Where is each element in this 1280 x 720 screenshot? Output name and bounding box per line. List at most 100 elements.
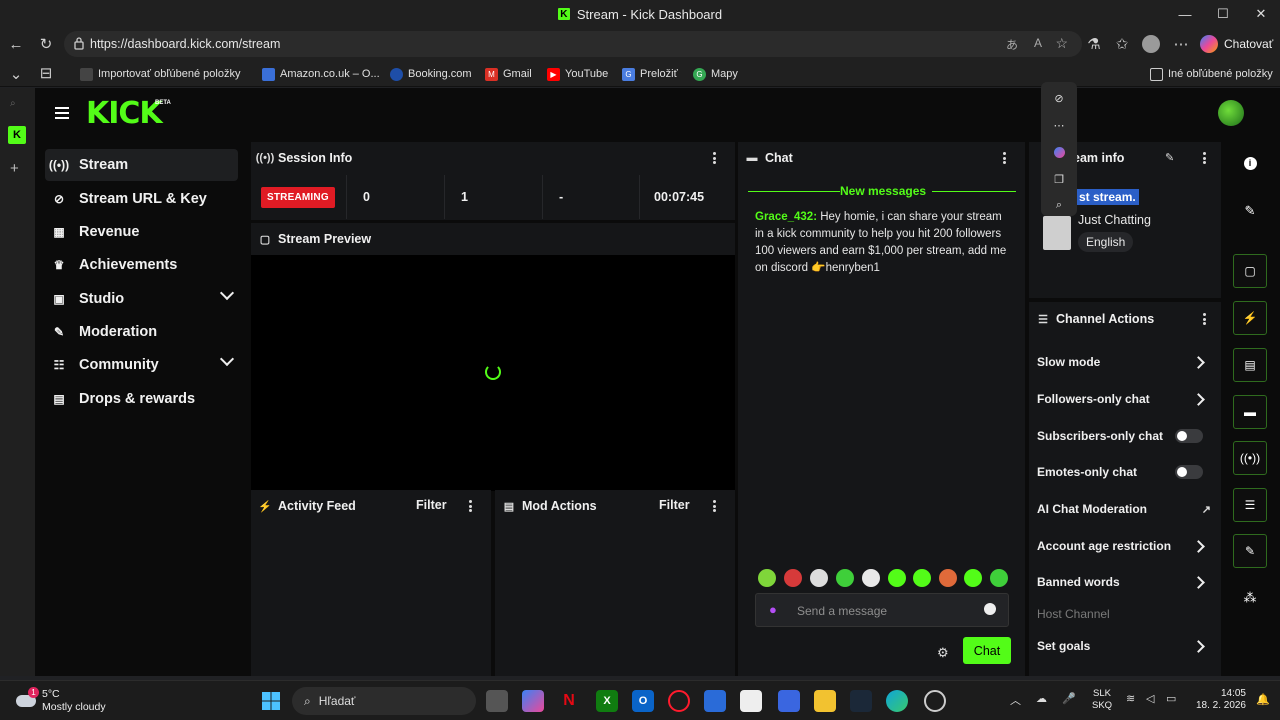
mod-filter-button[interactable]: Filter	[659, 498, 690, 512]
followers-only-row[interactable]: Followers-only chat	[1037, 389, 1221, 409]
emote-icon[interactable]	[862, 569, 880, 587]
banned-words-row[interactable]: Banned words	[1037, 572, 1221, 592]
sidebar-item-community[interactable]: ☷ Community	[45, 349, 238, 381]
edit-icon[interactable]: ✎	[1233, 194, 1267, 228]
outlook-icon[interactable]: O	[632, 690, 654, 712]
emote-icon[interactable]	[964, 569, 982, 587]
favorites-icon[interactable]: ✩	[1110, 32, 1134, 56]
chat-toggle-icon[interactable]: ▬	[1233, 395, 1267, 429]
microphone-icon[interactable]: ●	[769, 602, 777, 617]
bookmark-translate[interactable]: G Preložiť	[622, 65, 678, 83]
tray-chevron-icon[interactable]: ︿	[1010, 692, 1021, 708]
sidebar-item-drops-rewards[interactable]: ▤ Drops & rewards	[45, 383, 238, 415]
kick-logo[interactable]: KICK	[86, 96, 163, 131]
xbox-icon[interactable]: X	[596, 690, 618, 712]
chat-username[interactable]: Grace_432:	[755, 211, 817, 223]
emote-icon[interactable]	[784, 569, 802, 587]
add-tab-icon[interactable]: +	[10, 160, 19, 177]
copy-icon[interactable]: ❐	[1051, 171, 1067, 187]
app-icon[interactable]	[778, 690, 800, 712]
opera-icon[interactable]	[668, 690, 690, 712]
edge-icon[interactable]	[886, 690, 908, 712]
other-bookmarks[interactable]: Iné obľúbené položky	[1150, 65, 1273, 83]
bookmark-import[interactable]: Importovať obľúbené položky	[80, 65, 240, 83]
emoji-icon[interactable]	[984, 603, 996, 615]
notification-bell-icon[interactable]: 🔔	[1256, 693, 1270, 706]
bookmark-maps[interactable]: G Mapy	[693, 65, 738, 83]
preview-toggle-icon[interactable]: ▢	[1233, 254, 1267, 288]
session-info-menu-icon[interactable]	[709, 150, 719, 166]
account-age-row[interactable]: Account age restriction	[1037, 536, 1221, 556]
back-icon[interactable]: ←	[4, 32, 28, 56]
bookmark-amazon[interactable]: Amazon.co.uk – O...	[262, 65, 380, 83]
more-menu-icon[interactable]: ⋯	[1169, 32, 1193, 56]
tab-actions-icon[interactable]: ⊟	[34, 61, 58, 85]
taskbar-search[interactable]: ⌕ Hľadať	[292, 687, 476, 715]
volume-icon[interactable]: ◁	[1146, 692, 1154, 705]
file-explorer-icon[interactable]	[814, 690, 836, 712]
emote-icon[interactable]	[758, 569, 776, 587]
more-icon[interactable]: ⋯	[1051, 117, 1067, 133]
activity-menu-icon[interactable]	[465, 498, 475, 514]
stream-info-menu-icon[interactable]	[1199, 150, 1209, 166]
search-icon[interactable]: ⌕	[10, 98, 16, 109]
sidebar-item-moderation[interactable]: ✎ Moderation	[45, 316, 238, 348]
gear-icon[interactable]: ⚙	[937, 645, 949, 661]
hamburger-menu-icon[interactable]	[55, 107, 69, 119]
translate-icon[interactable]: あ	[1006, 36, 1018, 53]
bookmark-booking[interactable]: Booking.com	[390, 65, 472, 83]
start-button[interactable]	[260, 690, 282, 712]
copilot-app-icon[interactable]	[522, 690, 544, 712]
emote-icon[interactable]	[888, 569, 906, 587]
reload-icon[interactable]: ↻	[34, 32, 58, 56]
store-icon[interactable]	[704, 690, 726, 712]
site-info-icon[interactable]	[73, 36, 85, 50]
extensions-icon[interactable]: ⚗	[1082, 32, 1106, 56]
favorite-star-icon[interactable]: ☆	[1055, 35, 1068, 52]
pencil-icon[interactable]: ✎	[1165, 151, 1174, 164]
close-button[interactable]: ✕	[1242, 0, 1280, 28]
search-icon[interactable]: ⌕	[1051, 197, 1067, 213]
maximize-button[interactable]: ☐	[1204, 0, 1242, 28]
netflix-icon[interactable]: N	[558, 690, 580, 712]
emote-icon[interactable]	[810, 569, 828, 587]
activity-filter-button[interactable]: Filter	[416, 498, 447, 512]
copilot-chat-button[interactable]: Chatovať	[1200, 32, 1273, 56]
emote-icon[interactable]	[939, 569, 957, 587]
url-text[interactable]: https://dashboard.kick.com/stream	[90, 37, 280, 51]
sidebar-item-stream[interactable]: ((•)) Stream	[45, 149, 238, 181]
bookmark-youtube[interactable]: ▶ YouTube	[547, 65, 608, 83]
activity-toggle-icon[interactable]: ⚡	[1233, 301, 1267, 335]
slow-mode-row[interactable]: Slow mode	[1037, 352, 1221, 372]
broadcast-toggle-icon[interactable]: ((•))	[1233, 441, 1267, 475]
user-avatar[interactable]	[1218, 100, 1244, 126]
clock[interactable]: 14:05 18. 2. 2026	[1188, 688, 1246, 712]
channel-actions-toggle-icon[interactable]: ☰	[1233, 488, 1267, 522]
chevron-down-icon[interactable]: ⌄	[4, 62, 28, 86]
emote-icon[interactable]	[990, 569, 1008, 587]
language-indicator[interactable]: SLK SKQ	[1092, 688, 1112, 712]
battery-icon[interactable]: ▭	[1166, 692, 1176, 705]
sidebar-item-studio[interactable]: ▣ Studio	[45, 283, 238, 315]
profile-avatar[interactable]	[1139, 32, 1163, 56]
read-aloud-icon[interactable]: A	[1034, 36, 1042, 50]
address-bar[interactable]: https://dashboard.kick.com/stream あ A ☆	[64, 31, 1082, 57]
mod-actions-toggle-icon[interactable]: ▤	[1233, 348, 1267, 382]
ai-moderation-row[interactable]: AI Chat Moderation ↗	[1037, 499, 1221, 519]
minimize-button[interactable]: —	[1166, 0, 1204, 28]
chat-input[interactable]: ● Send a message	[755, 593, 1009, 627]
chat-menu-icon[interactable]	[999, 150, 1009, 166]
app-icon[interactable]	[740, 690, 762, 712]
mod-menu-icon[interactable]	[709, 498, 719, 514]
subscribers-only-toggle[interactable]	[1175, 429, 1203, 443]
kick-tab-icon[interactable]: K	[8, 126, 26, 144]
microphone-icon[interactable]: 🎤	[1062, 692, 1076, 705]
sidebar-item-revenue[interactable]: ▦ Revenue	[45, 216, 238, 248]
onedrive-icon[interactable]: ☁	[1036, 692, 1047, 705]
wifi-icon[interactable]: ≋	[1126, 692, 1135, 705]
weather-icon[interactable]: 1	[14, 687, 39, 711]
send-chat-button[interactable]: Chat	[963, 637, 1011, 664]
task-view-icon[interactable]	[486, 690, 508, 712]
emote-icon[interactable]	[913, 569, 931, 587]
steam-icon[interactable]	[850, 690, 872, 712]
